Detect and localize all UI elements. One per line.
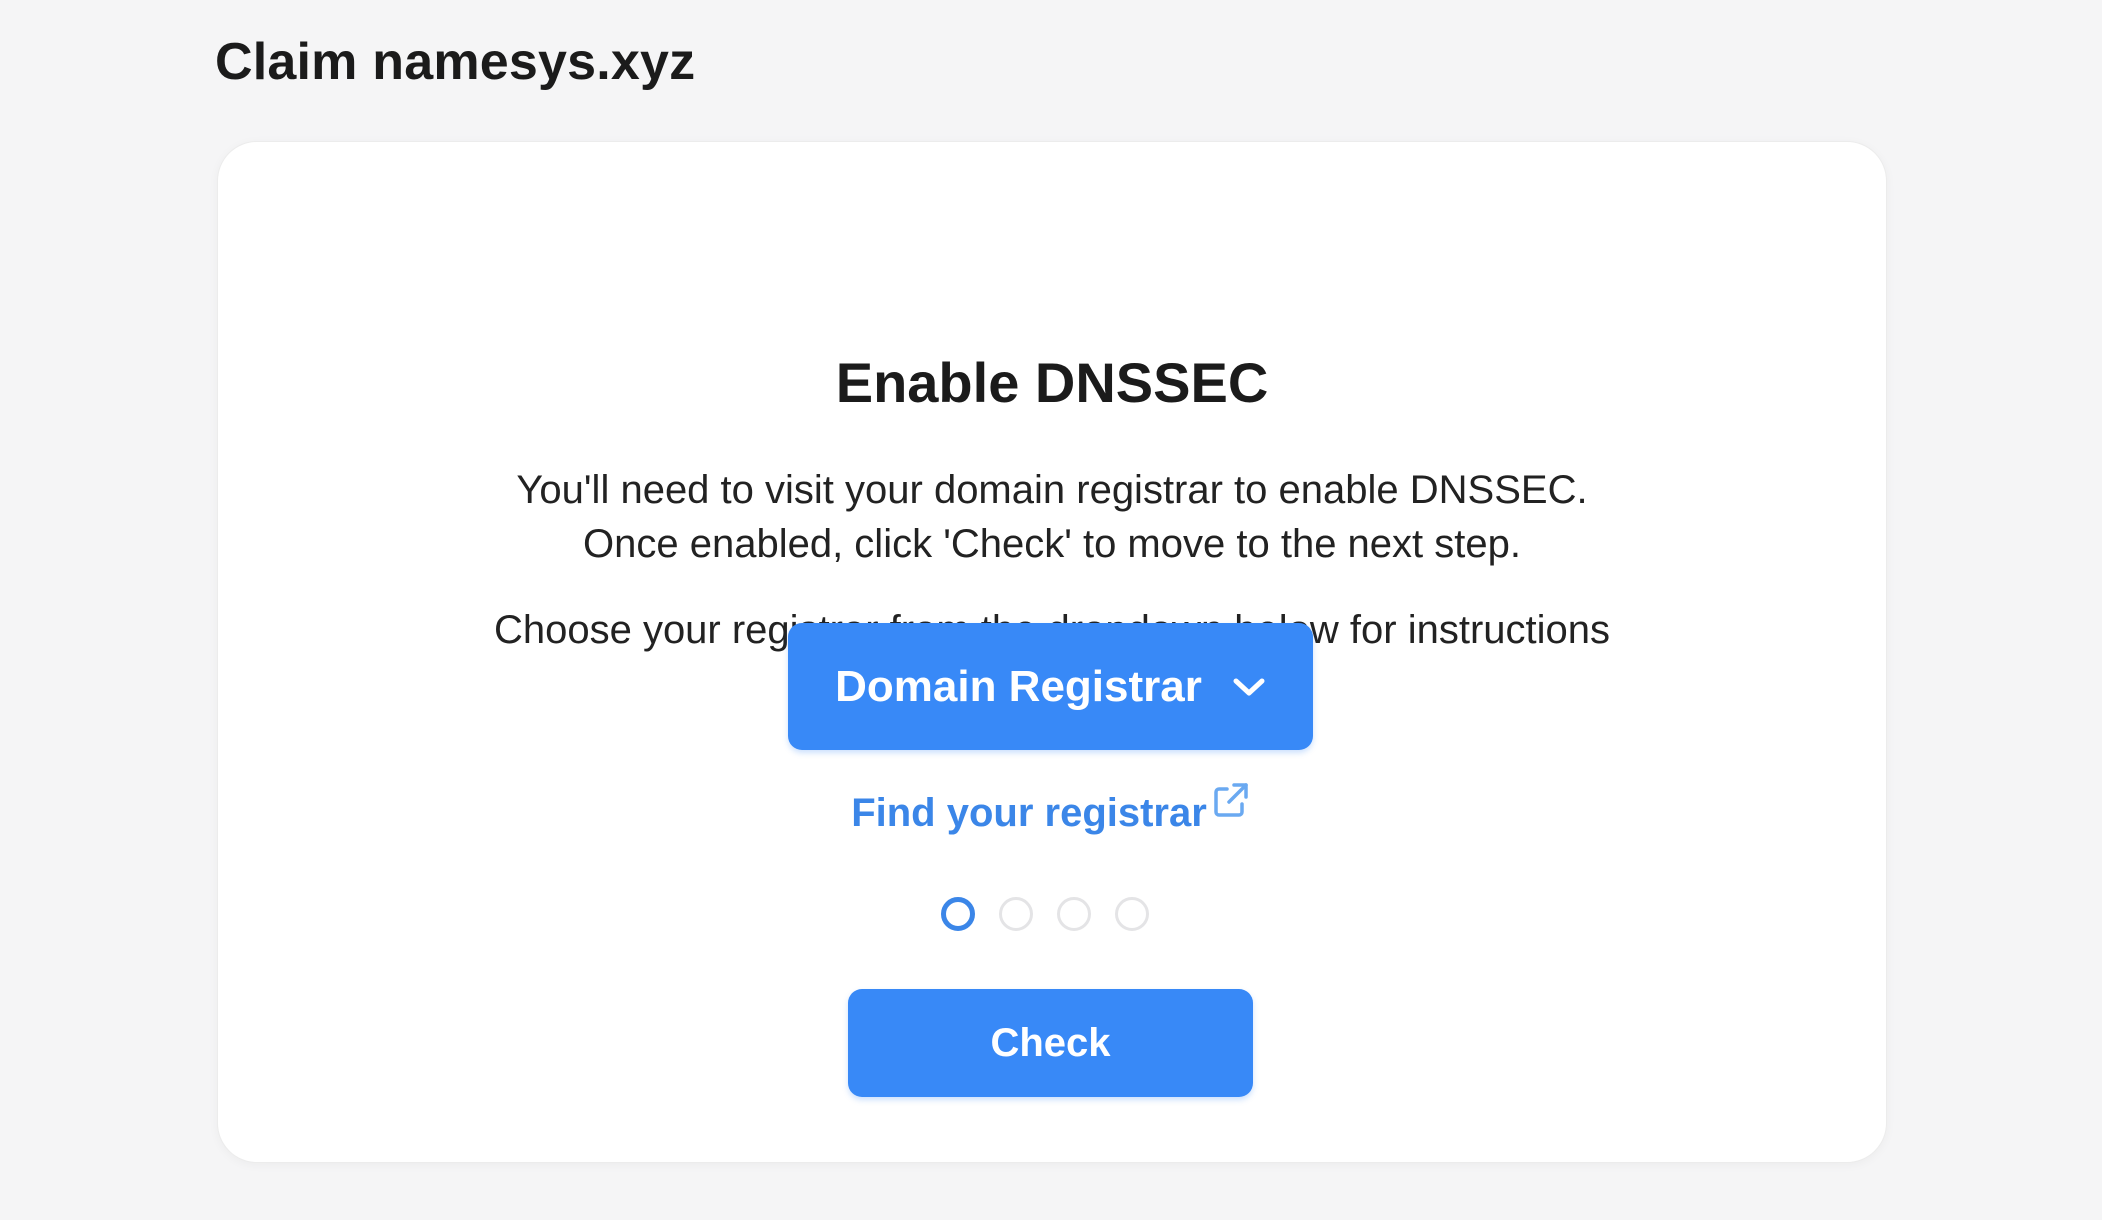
- domain-registrar-dropdown[interactable]: Domain Registrar: [788, 623, 1313, 750]
- check-button[interactable]: Check: [848, 989, 1253, 1097]
- dnssec-instructions: You'll need to visit your domain registr…: [218, 463, 1886, 571]
- find-registrar-link[interactable]: Find your registrar: [851, 783, 1251, 842]
- find-registrar-label: Find your registrar: [851, 791, 1207, 835]
- step-dot-3: [1057, 897, 1091, 931]
- chevron-down-icon: [1233, 678, 1265, 695]
- card-title: Enable DNSSEC: [835, 351, 1269, 414]
- step-dot-4: [1115, 897, 1149, 931]
- external-link-icon: [1214, 783, 1248, 817]
- find-registrar-container: Find your registrar: [0, 783, 2102, 842]
- step-dot-2: [999, 897, 1033, 931]
- instructions-line-1: You'll need to visit your domain registr…: [516, 468, 1588, 512]
- step-dot-1-active: [941, 897, 975, 931]
- page-title: Claim namesys.xyz: [215, 33, 696, 91]
- instructions-line-2: Once enabled, click 'Check' to move to t…: [583, 522, 1521, 566]
- step-indicator: [941, 897, 1149, 931]
- dropdown-label: Domain Registrar: [835, 661, 1202, 711]
